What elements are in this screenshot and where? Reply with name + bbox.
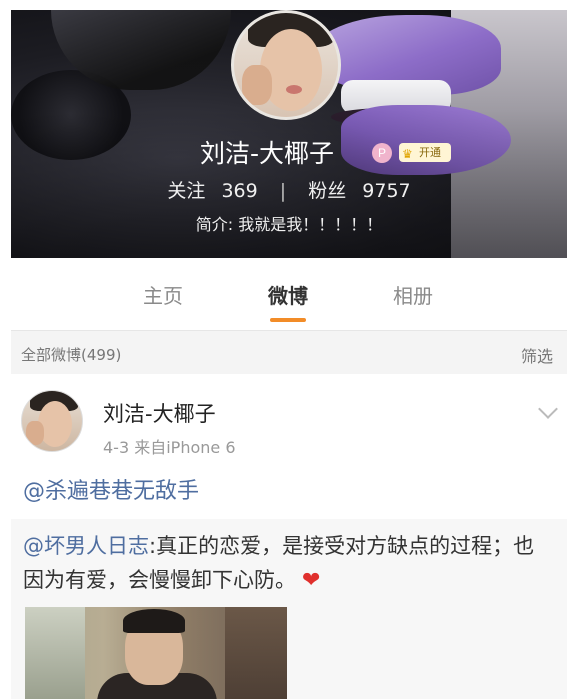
avatar-lips (286, 85, 302, 94)
vip-open-label: 开通 (419, 146, 441, 159)
tab-album[interactable]: 相册 (373, 280, 453, 309)
repost-block[interactable]: @坏男人日志:真正的恋爱，是接受对方缺点的过程；也因为有爱，会慢慢卸下心防。 ❤ (11, 519, 567, 699)
followers-label: 粉丝 (308, 180, 347, 202)
weibo-post-card[interactable]: 刘洁-大椰子 4-3 来自iPhone 6 @杀遍巷巷无敌手 @坏男人日志:真正… (11, 374, 567, 699)
active-tab-indicator (270, 318, 306, 322)
repost-text: @坏男人日志:真正的恋爱，是接受对方缺点的过程；也因为有爱，会慢慢卸下心防。 ❤ (23, 529, 553, 598)
all-weibo-count[interactable]: 全部微博(499) (21, 344, 121, 365)
weibo-profile-screen: 刘洁-大椰子 P ♛ 开通 关注 369 | 粉丝 9757 简介: 我就是我！… (11, 10, 567, 699)
profile-stats: 关注 369 | 粉丝 9757 (11, 176, 567, 203)
filter-button[interactable]: 筛选 (521, 343, 553, 367)
weibo-filter-bar: 全部微博(499) 筛选 (11, 330, 567, 374)
heart-icon: ❤ (302, 568, 321, 593)
image-decor (225, 607, 287, 699)
image-decor (25, 607, 85, 699)
repost-image[interactable] (25, 607, 287, 699)
profile-avatar[interactable] (231, 10, 341, 120)
repost-mention[interactable]: @坏男人日志 (23, 534, 149, 558)
avatar-hand (242, 65, 272, 105)
avatar-hand (26, 421, 44, 445)
tab-weibo[interactable]: 微博 (248, 280, 328, 309)
stats-separator: | (279, 180, 287, 202)
avatar-face (38, 401, 72, 447)
profile-bio: 简介: 我就是我！！！！！ (195, 215, 383, 234)
chevron-down-icon[interactable] (538, 399, 558, 419)
followers-count: 9757 (362, 180, 411, 202)
following-stat[interactable]: 关注 369 (167, 180, 263, 202)
post-meta: 4-3 来自iPhone 6 (103, 438, 236, 457)
image-decor (123, 609, 185, 633)
post-author-name[interactable]: 刘洁-大椰子 (103, 398, 216, 428)
followers-stat[interactable]: 粉丝 9757 (308, 180, 410, 202)
member-p-badge[interactable]: P (372, 143, 392, 163)
crown-icon: ♛ (402, 147, 413, 161)
post-author-avatar[interactable] (21, 390, 83, 452)
following-label: 关注 (167, 180, 206, 202)
tab-home[interactable]: 主页 (123, 280, 203, 309)
post-mention-text[interactable]: @杀遍巷巷无敌手 (23, 473, 199, 505)
profile-tabs: 主页 微博 相册 (11, 258, 567, 330)
vip-open-badge[interactable]: ♛ 开通 (399, 143, 451, 162)
profile-name-text: 刘洁-大椰子 (199, 139, 335, 168)
profile-name: 刘洁-大椰子 (11, 134, 567, 170)
profile-cover-image: 刘洁-大椰子 P ♛ 开通 关注 369 | 粉丝 9757 简介: 我就是我！… (11, 10, 567, 258)
following-count: 369 (221, 180, 258, 202)
